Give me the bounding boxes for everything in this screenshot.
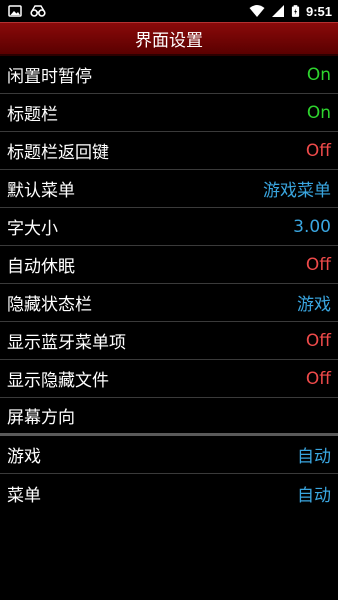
setting-value: 游戏菜单 <box>263 181 331 201</box>
setting-row-hide-status-bar[interactable]: 隐藏状态栏 游戏 <box>0 284 338 322</box>
setting-label: 隐藏状态栏 <box>7 295 92 315</box>
setting-label: 游戏 <box>7 447 41 467</box>
image-icon <box>8 5 22 17</box>
setting-label: 显示蓝牙菜单项 <box>7 333 126 353</box>
section-label: 屏幕方向 <box>7 408 75 428</box>
setting-row-default-menu[interactable]: 默认菜单 游戏菜单 <box>0 170 338 208</box>
status-bar-left <box>8 4 46 18</box>
setting-label: 显示隐藏文件 <box>7 371 109 391</box>
setting-label: 自动休眠 <box>7 257 75 277</box>
setting-value: On <box>306 102 331 123</box>
setting-row-title-bar-back-key[interactable]: 标题栏返回键 Off <box>0 132 338 170</box>
setting-value: Off <box>305 254 331 275</box>
setting-label: 菜单 <box>7 485 41 506</box>
section-header-screen-orientation: 屏幕方向 <box>0 398 338 436</box>
setting-value: 自动 <box>297 485 331 506</box>
setting-row-auto-sleep[interactable]: 自动休眠 Off <box>0 246 338 284</box>
setting-label: 闲置时暂停 <box>7 67 92 87</box>
setting-value: 3.00 <box>293 216 331 237</box>
glasses-icon <box>30 5 46 17</box>
battery-icon <box>291 5 300 17</box>
status-bar: 9:51 <box>0 0 338 22</box>
setting-label: 标题栏返回键 <box>7 143 109 163</box>
setting-row-show-hidden-files[interactable]: 显示隐藏文件 Off <box>0 360 338 398</box>
status-bar-right: 9:51 <box>249 4 332 19</box>
setting-value: 游戏 <box>297 295 331 315</box>
signal-icon <box>271 5 284 17</box>
setting-row-orientation-menu[interactable]: 菜单 自动 <box>0 474 338 512</box>
setting-row-orientation-game[interactable]: 游戏 自动 <box>0 436 338 474</box>
setting-label: 字大小 <box>7 219 58 239</box>
title-bar: 界面设置 <box>0 22 338 56</box>
setting-row-title-bar[interactable]: 标题栏 On <box>0 94 338 132</box>
setting-row-bluetooth-menu-item[interactable]: 显示蓝牙菜单项 Off <box>0 322 338 360</box>
page-title: 界面设置 <box>135 31 203 51</box>
setting-value: 自动 <box>297 447 331 467</box>
status-time: 9:51 <box>305 3 332 19</box>
setting-row-idle-pause[interactable]: 闲置时暂停 On <box>0 56 338 94</box>
setting-value: Off <box>305 140 331 161</box>
setting-value: Off <box>305 368 331 389</box>
setting-row-font-size[interactable]: 字大小 3.00 <box>0 208 338 246</box>
setting-label: 标题栏 <box>7 105 58 125</box>
settings-list: 闲置时暂停 On 标题栏 On 标题栏返回键 Off 默认菜单 游戏菜单 字大小… <box>0 56 338 512</box>
setting-value: On <box>306 64 331 85</box>
wifi-icon <box>249 5 265 17</box>
setting-label: 默认菜单 <box>7 181 75 201</box>
setting-value: Off <box>305 330 331 351</box>
